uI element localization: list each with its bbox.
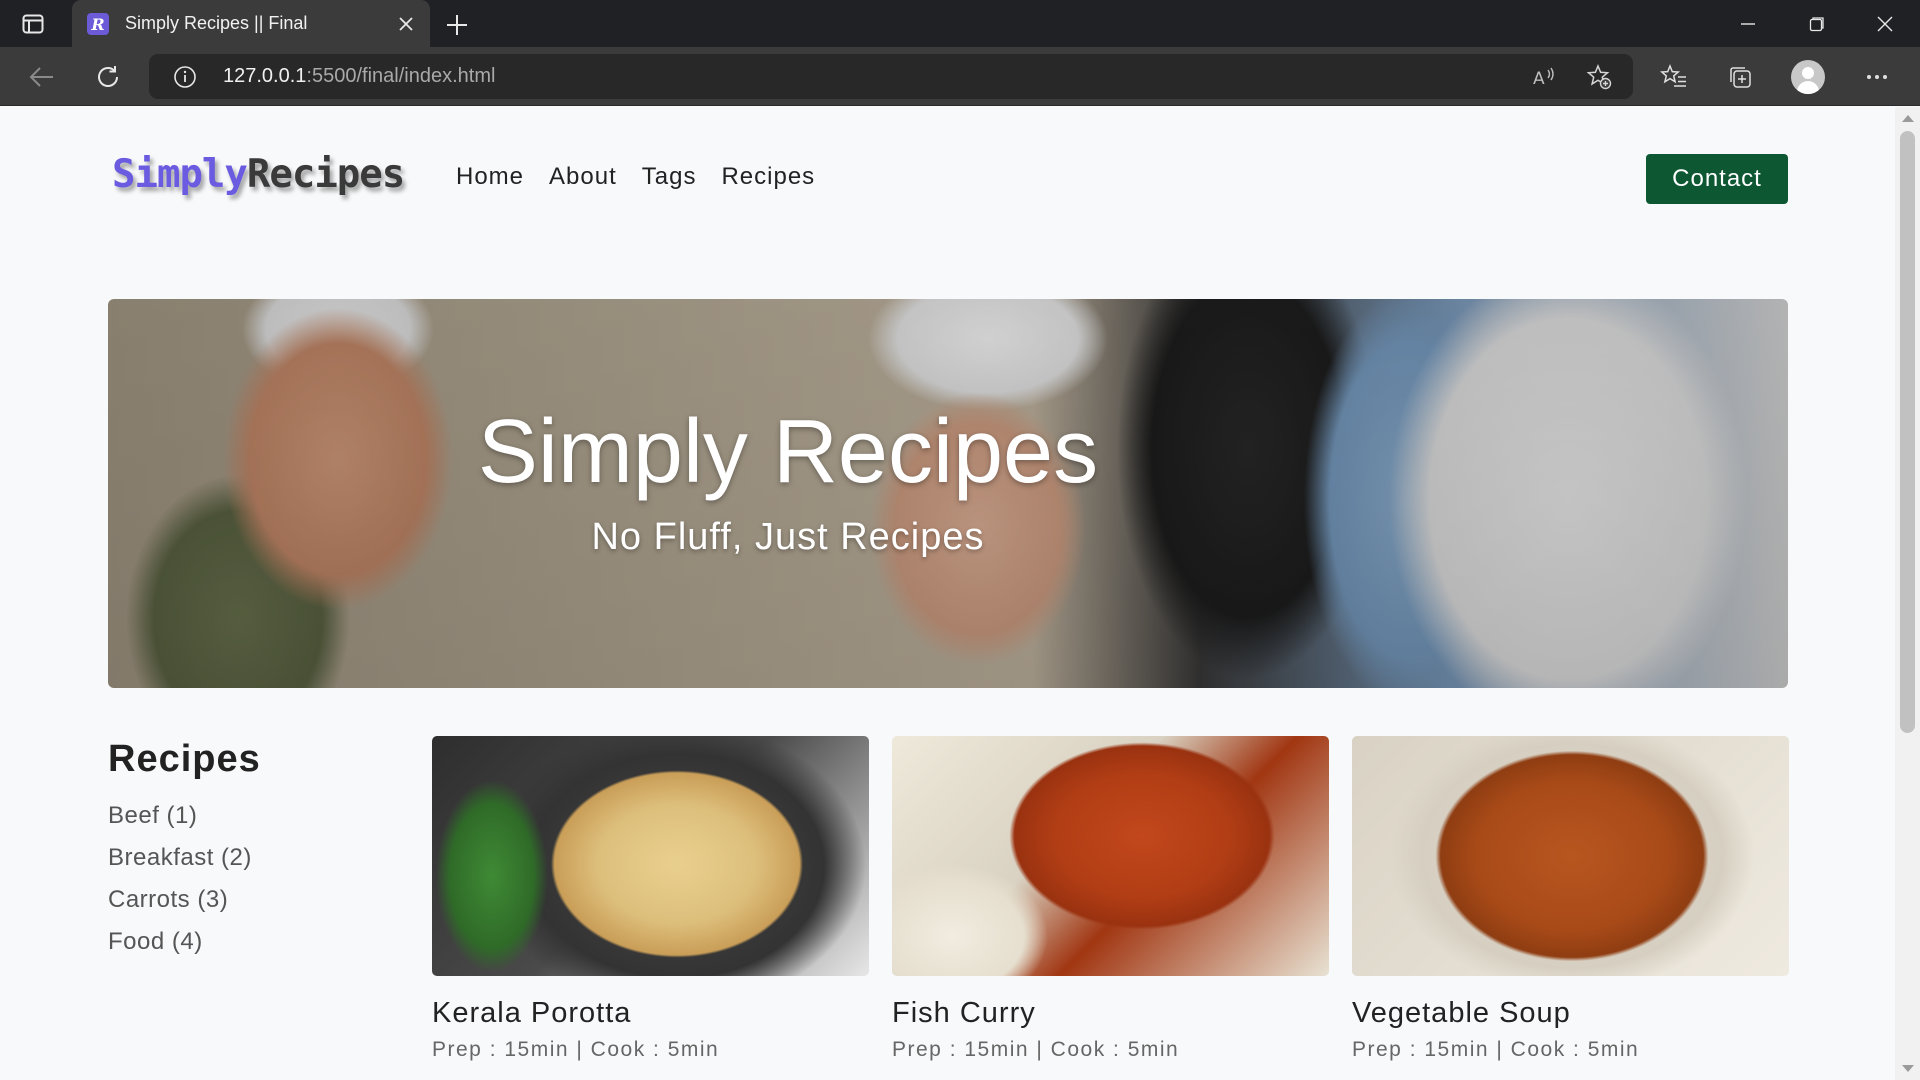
tab-actions-icon[interactable] (20, 11, 46, 37)
minimize-icon[interactable] (1731, 8, 1765, 40)
nav-link-about[interactable]: About (549, 163, 617, 191)
favorites-icon[interactable] (1658, 61, 1690, 93)
recipe-card[interactable]: Kerala Porotta Prep : 15min | Cook : 5mi… (432, 736, 869, 1062)
porotta-image[interactable] (432, 736, 869, 976)
url-text: 127.0.0.1:5500/final/index.html (223, 65, 496, 87)
back-arrow-icon[interactable] (26, 61, 58, 93)
scroll-down-icon[interactable] (1902, 1065, 1914, 1072)
tags-list: Beef (1) Breakfast (2) Carrots (3) Food … (108, 802, 252, 970)
refresh-icon[interactable] (92, 61, 124, 93)
recipe-meta: Prep : 15min | Cook : 5min (1352, 1038, 1640, 1061)
browser-toolbar: 127.0.0.1:5500/final/index.html A (0, 47, 1920, 106)
recipe-meta: Prep : 15min | Cook : 5min (892, 1038, 1180, 1061)
more-menu-icon[interactable] (1861, 61, 1893, 93)
tags-heading: Recipes (108, 738, 261, 780)
scroll-thumb[interactable] (1900, 131, 1915, 733)
vertical-scrollbar[interactable] (1895, 107, 1920, 1080)
hero-banner: Simply Recipes No Fluff, Just Recipes (108, 299, 1788, 688)
add-favorite-icon[interactable] (1585, 63, 1613, 91)
close-window-icon[interactable] (1868, 8, 1902, 40)
recipe-meta: Prep : 15min | Cook : 5min (432, 1038, 720, 1061)
contact-button[interactable]: Contact (1646, 154, 1788, 204)
site-info-icon[interactable] (173, 65, 197, 89)
site-nav: Home About Tags Recipes (456, 163, 815, 191)
nav-link-recipes[interactable]: Recipes (721, 163, 815, 191)
nav-link-home[interactable]: Home (456, 163, 524, 191)
restore-icon[interactable] (1800, 8, 1834, 40)
collections-icon[interactable] (1724, 61, 1756, 93)
recipe-card[interactable]: Vegetable Soup Prep : 15min | Cook : 5mi… (1352, 736, 1789, 1062)
address-bar[interactable]: 127.0.0.1:5500/final/index.html A (149, 54, 1633, 99)
scroll-up-icon[interactable] (1902, 115, 1914, 122)
recipe-card[interactable]: Fish Curry Prep : 15min | Cook : 5min (892, 736, 1329, 1062)
hero-subtitle: No Fluff, Just Recipes (591, 516, 985, 558)
read-aloud-icon[interactable]: A (1530, 63, 1558, 91)
recipe-title[interactable]: Fish Curry (892, 997, 1329, 1030)
recipe-title[interactable]: Vegetable Soup (1352, 997, 1789, 1030)
recipe-title[interactable]: Kerala Porotta (432, 997, 869, 1030)
favicon-icon: R (87, 13, 109, 35)
page-viewport: SimplyRecipes Home About Tags Recipes Co… (0, 107, 1895, 1080)
tag-link-beef[interactable]: Beef (1) (108, 802, 252, 844)
close-tab-icon[interactable] (393, 11, 419, 37)
svg-text:A: A (1533, 69, 1545, 88)
profile-avatar-icon[interactable] (1791, 60, 1825, 94)
vegetable-soup-image[interactable] (1352, 736, 1789, 976)
tab-title: Simply Recipes || Final (125, 13, 308, 33)
browser-tab-strip: R Simply Recipes || Final (0, 0, 1920, 47)
nav-link-tags[interactable]: Tags (642, 163, 697, 191)
tag-link-breakfast[interactable]: Breakfast (2) (108, 844, 252, 886)
new-tab-icon[interactable] (442, 10, 472, 40)
tag-link-carrots[interactable]: Carrots (3) (108, 886, 252, 928)
tag-link-food[interactable]: Food (4) (108, 928, 252, 970)
hero-title: Simply Recipes (477, 402, 1099, 502)
browser-tab-active[interactable]: R Simply Recipes || Final (72, 0, 430, 47)
site-logo[interactable]: SimplyRecipes (112, 152, 405, 197)
fish-curry-image[interactable] (892, 736, 1329, 976)
